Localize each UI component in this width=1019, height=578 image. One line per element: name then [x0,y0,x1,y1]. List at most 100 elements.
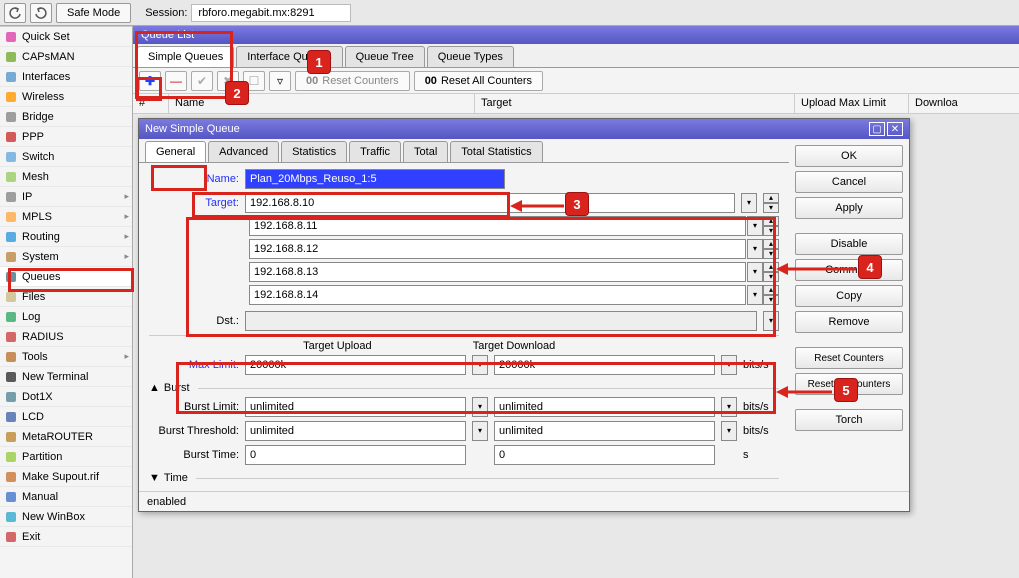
dialog-close-icon[interactable]: ✕ [887,122,903,136]
sidebar-item-partition[interactable]: Partition [0,447,132,467]
dlg-tab-total-statistics[interactable]: Total Statistics [450,141,542,162]
sidebar-item-bridge[interactable]: Bridge [0,107,132,127]
unit-bits-3: bits/s [743,425,779,437]
dlg-tab-traffic[interactable]: Traffic [349,141,401,162]
time-expand-icon[interactable]: ▼ [149,472,160,484]
sidebar-item-lcd[interactable]: LCD [0,407,132,427]
burst-thr-up-combo[interactable]: ▾ [472,421,488,441]
sidebar-item-new-winbox[interactable]: New WinBox [0,507,132,527]
cancel-button[interactable]: Cancel [795,171,903,193]
burst-collapse-icon[interactable]: ▲ [149,382,160,394]
burst-thr-down-input[interactable] [494,421,715,441]
max-limit-up-input[interactable] [245,355,466,375]
sidebar-item-files[interactable]: Files [0,287,132,307]
disable-button[interactable]: Disable [795,233,903,255]
remove-button[interactable]: — [165,71,187,91]
sidebar-item-dot1x[interactable]: Dot1X [0,387,132,407]
target-down-4[interactable]: ▾ [763,295,779,305]
target-combo-2[interactable]: ▾ [747,239,763,259]
sidebar-item-exit[interactable]: Exit [0,527,132,547]
burst-limit-up-input[interactable] [245,397,466,417]
sidebar-item-log[interactable]: Log [0,307,132,327]
target-down-0[interactable]: ▾ [763,203,779,213]
target-up-4[interactable]: ▴ [763,285,779,295]
sidebar-item-routing[interactable]: Routing▸ [0,227,132,247]
col-num[interactable]: # [133,94,169,113]
dialog-titlebar[interactable]: New Simple Queue ▢ ✕ [139,119,909,139]
burst-limit-down-combo[interactable]: ▾ [721,397,737,417]
col-name[interactable]: Name [169,94,475,113]
add-button[interactable]: ✚ [139,71,161,91]
sidebar-item-ip[interactable]: IP▸ [0,187,132,207]
max-limit-down-combo[interactable]: ▾ [721,355,737,375]
dialog-buttons: OK Cancel Apply Disable Comment Copy Rem… [789,139,909,491]
filter-button[interactable]: ▿ [269,71,291,91]
copy-button[interactable]: Copy [795,285,903,307]
target-combo-3[interactable]: ▾ [747,262,763,282]
sidebar-item-metarouter[interactable]: MetaROUTER [0,427,132,447]
safe-mode-button[interactable]: Safe Mode [56,3,131,23]
sidebar-item-tools[interactable]: Tools▸ [0,347,132,367]
burst-limit-up-combo[interactable]: ▾ [472,397,488,417]
sidebar-item-queues[interactable]: Queues [0,267,132,287]
col-upload[interactable]: Upload Max Limit [795,94,909,113]
dialog-minimize-icon[interactable]: ▢ [869,122,885,136]
target-combo-0[interactable]: ▾ [741,193,757,213]
target-input-1[interactable] [249,216,746,236]
target-combo-1[interactable]: ▾ [747,216,763,236]
sidebar-item-new-terminal[interactable]: New Terminal [0,367,132,387]
apply-button[interactable]: Apply [795,197,903,219]
sidebar-item-label: Quick Set [22,31,70,43]
dlg-tab-statistics[interactable]: Statistics [281,141,347,162]
name-input[interactable] [245,169,505,189]
target-input-2[interactable] [249,239,746,259]
redo-button[interactable] [30,3,52,23]
burst-thr-down-combo[interactable]: ▾ [721,421,737,441]
target-input-4[interactable] [249,285,746,305]
max-limit-up-combo[interactable]: ▾ [472,355,488,375]
target-down-2[interactable]: ▾ [763,249,779,259]
sidebar-item-mesh[interactable]: Mesh [0,167,132,187]
target-input-3[interactable] [249,262,746,282]
col-target[interactable]: Target [475,94,795,113]
dst-expand[interactable]: ▾ [763,311,779,331]
sidebar-item-quick-set[interactable]: Quick Set [0,27,132,47]
burst-limit-down-input[interactable] [494,397,715,417]
tab-simple-queues[interactable]: Simple Queues [137,46,234,67]
target-up-0[interactable]: ▴ [763,193,779,203]
target-down-1[interactable]: ▾ [763,226,779,236]
burst-thr-up-input[interactable] [245,421,466,441]
sidebar-item-ppp[interactable]: PPP [0,127,132,147]
sidebar-item-mpls[interactable]: MPLS▸ [0,207,132,227]
target-up-1[interactable]: ▴ [763,216,779,226]
tab-queue-tree[interactable]: Queue Tree [345,46,425,67]
undo-button[interactable] [4,3,26,23]
ok-button[interactable]: OK [795,145,903,167]
target-input-0[interactable] [245,193,735,213]
dst-input[interactable] [245,311,757,331]
sidebar-item-interfaces[interactable]: Interfaces [0,67,132,87]
sidebar-item-label: Tools [22,351,48,363]
dlg-tab-total[interactable]: Total [403,141,448,162]
col-download[interactable]: Downloa [909,94,1019,113]
sidebar-item-manual[interactable]: Manual [0,487,132,507]
target-up-2[interactable]: ▴ [763,239,779,249]
sidebar-item-switch[interactable]: Switch [0,147,132,167]
burst-time-down-input[interactable] [494,445,715,465]
enable-button[interactable]: ✔ [191,71,213,91]
sidebar-item-capsman[interactable]: CAPsMAN [0,47,132,67]
max-limit-down-input[interactable] [494,355,715,375]
sidebar-item-make-supout-rif[interactable]: Make Supout.rif [0,467,132,487]
sidebar-item-wireless[interactable]: Wireless [0,87,132,107]
dlg-tab-general[interactable]: General [145,141,206,162]
remove-dlg-button[interactable]: Remove [795,311,903,333]
burst-time-up-input[interactable] [245,445,466,465]
sidebar-item-radius[interactable]: RADIUS [0,327,132,347]
dlg-tab-advanced[interactable]: Advanced [208,141,279,162]
target-combo-4[interactable]: ▾ [747,285,763,305]
torch-button[interactable]: Torch [795,409,903,431]
reset-all-counters-button[interactable]: 00Reset All Counters [414,71,543,91]
tab-queue-types[interactable]: Queue Types [427,46,514,67]
reset-counters-dlg-button[interactable]: Reset Counters [795,347,903,369]
sidebar-item-system[interactable]: System▸ [0,247,132,267]
